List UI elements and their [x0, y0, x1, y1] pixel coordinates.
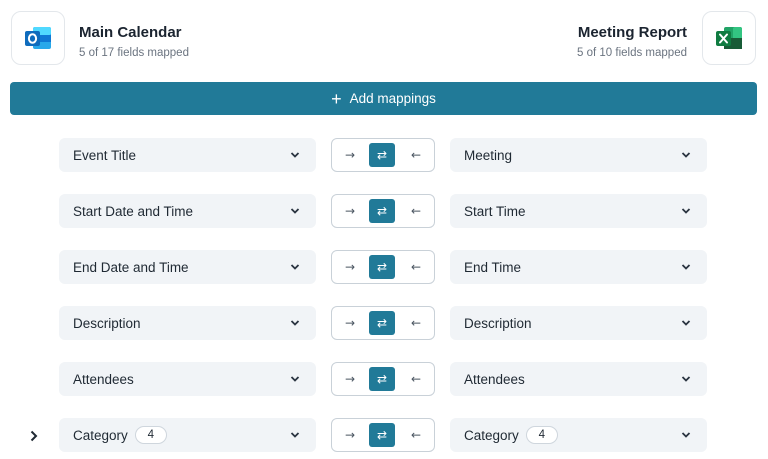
chevron-down-icon: [681, 208, 691, 214]
source-field-select[interactable]: Description: [59, 306, 316, 340]
source-field-label: Attendees: [73, 371, 134, 387]
destination-field-select[interactable]: Category 4: [450, 418, 707, 452]
destination-field-label: End Time: [464, 259, 522, 275]
source-field-label: Start Date and Time: [73, 203, 194, 219]
direction-right-button[interactable]: →: [337, 255, 363, 279]
destination-title: Meeting Report: [577, 24, 687, 41]
direction-both-button[interactable]: ⇄: [369, 199, 395, 223]
destination-field-select[interactable]: Meeting: [450, 138, 707, 172]
mapping-row: Attendees → ⇄ ← Attendees: [0, 362, 768, 398]
chevron-down-icon: [290, 376, 300, 382]
excel-icon: [716, 27, 742, 49]
direction-toggle: → ⇄ ←: [331, 250, 435, 284]
expand-row-button[interactable]: [27, 428, 41, 444]
direction-left-button[interactable]: ←: [403, 255, 429, 279]
direction-toggle: → ⇄ ←: [331, 194, 435, 228]
destination-field-label: Description: [464, 315, 532, 331]
chevron-down-icon: [290, 152, 300, 158]
destination-mapped-count: 5 of 10 fields mapped: [577, 47, 687, 59]
direction-toggle: → ⇄ ←: [331, 362, 435, 396]
destination-field-label: Category: [464, 427, 519, 443]
direction-left-button[interactable]: ←: [403, 143, 429, 167]
source-field-select[interactable]: Attendees: [59, 362, 316, 396]
direction-both-button[interactable]: ⇄: [369, 311, 395, 335]
direction-right-button[interactable]: →: [337, 311, 363, 335]
direction-toggle: → ⇄ ←: [331, 306, 435, 340]
destination-field-label: Meeting: [464, 147, 513, 163]
source-field-label: Description: [73, 315, 141, 331]
source-field-label: Event Title: [73, 147, 137, 163]
mapping-row: Event Title → ⇄ ← Meeting: [0, 138, 768, 174]
source-field-label: End Date and Time: [73, 259, 189, 275]
outlook-icon: [25, 27, 51, 49]
destination-field-select[interactable]: Attendees: [450, 362, 707, 396]
chevron-down-icon: [290, 320, 300, 326]
direction-both-button[interactable]: ⇄: [369, 367, 395, 391]
mapping-row: Category 4 → ⇄ ← Category 4: [0, 418, 768, 454]
excel-app-tile: [702, 11, 756, 65]
source-field-select[interactable]: End Date and Time: [59, 250, 316, 284]
mapping-row: End Date and Time → ⇄ ← End Time: [0, 250, 768, 286]
direction-both-button[interactable]: ⇄: [369, 255, 395, 279]
source-field-select[interactable]: Event Title: [59, 138, 316, 172]
chevron-down-icon: [681, 432, 691, 438]
plus-icon: +: [331, 88, 342, 109]
add-mappings-label: Add mappings: [349, 91, 436, 106]
chevron-down-icon: [681, 152, 691, 158]
source-mapped-count: 5 of 17 fields mapped: [79, 47, 189, 59]
direction-toggle: → ⇄ ←: [331, 418, 435, 452]
destination-field-label: Start Time: [464, 203, 526, 219]
source-field-label: Category: [73, 427, 128, 443]
source-field-select[interactable]: Category 4: [59, 418, 316, 452]
direction-both-button[interactable]: ⇄: [369, 143, 395, 167]
destination-field-select[interactable]: End Time: [450, 250, 707, 284]
outlook-app-tile: [11, 11, 65, 65]
count-badge: 4: [134, 426, 167, 444]
chevron-down-icon: [290, 264, 300, 270]
direction-toggle: → ⇄ ←: [331, 138, 435, 172]
destination-field-select[interactable]: Description: [450, 306, 707, 340]
direction-left-button[interactable]: ←: [403, 311, 429, 335]
direction-left-button[interactable]: ←: [403, 367, 429, 391]
chevron-down-icon: [290, 208, 300, 214]
chevron-down-icon: [681, 376, 691, 382]
add-mappings-button[interactable]: + Add mappings: [10, 82, 757, 115]
destination-field-label: Attendees: [464, 371, 525, 387]
direction-right-button[interactable]: →: [337, 423, 363, 447]
source-field-select[interactable]: Start Date and Time: [59, 194, 316, 228]
chevron-right-icon: [30, 430, 38, 442]
mapping-row: Description → ⇄ ← Description: [0, 306, 768, 342]
field-mapping-page: Main Calendar 5 of 17 fields mapped Meet…: [0, 0, 768, 459]
direction-left-button[interactable]: ←: [403, 199, 429, 223]
chevron-down-icon: [681, 264, 691, 270]
direction-both-button[interactable]: ⇄: [369, 423, 395, 447]
destination-field-select[interactable]: Start Time: [450, 194, 707, 228]
direction-right-button[interactable]: →: [337, 199, 363, 223]
mapping-row: Start Date and Time → ⇄ ← Start Time: [0, 194, 768, 230]
chevron-down-icon: [681, 320, 691, 326]
direction-right-button[interactable]: →: [337, 143, 363, 167]
chevron-down-icon: [290, 432, 300, 438]
direction-left-button[interactable]: ←: [403, 423, 429, 447]
direction-right-button[interactable]: →: [337, 367, 363, 391]
source-title: Main Calendar: [79, 24, 182, 41]
count-badge: 4: [525, 426, 558, 444]
